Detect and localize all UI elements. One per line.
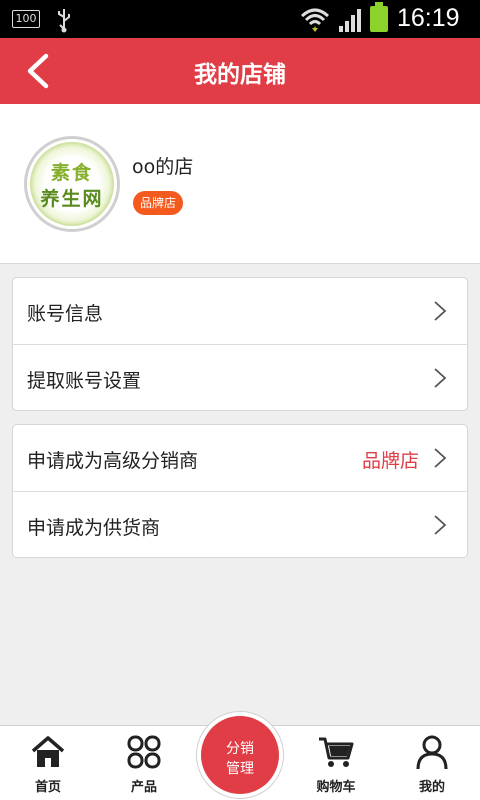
shop-type-badge: 品牌店 (133, 191, 184, 215)
chevron-right-icon (434, 301, 447, 321)
menu-item-value: 品牌店 (361, 450, 419, 472)
app-header: 我的店铺 (0, 38, 480, 104)
menu-item-label: 账号信息 (27, 303, 104, 325)
distribution-management-button[interactable]: 分销 管理 (196, 711, 284, 799)
application-menu-group: 申请成为高级分销商 品牌店 申请成为供货商 (12, 424, 468, 558)
status-time: 16:19 (397, 4, 460, 32)
menu-item-label: 申请成为供货商 (27, 517, 161, 539)
menu-item-label: 提取账号设置 (27, 370, 142, 392)
battery-percent-icon: 100 (12, 10, 40, 28)
nav-item-mine[interactable]: 我的 (384, 726, 480, 800)
wifi-icon (300, 8, 330, 32)
user-icon (416, 735, 448, 770)
chevron-right-icon (434, 515, 447, 535)
logo-text-line2: 养生网 (40, 188, 104, 210)
nav-item-home[interactable]: 首页 (0, 726, 96, 800)
shop-info-card: 素食 养生网 (0, 104, 480, 264)
nav-item-cart[interactable]: 购物车 (288, 726, 384, 800)
distribution-management-circle: 分销 管理 (201, 716, 279, 794)
account-menu-group: 账号信息 提取账号设置 (12, 277, 468, 411)
nav-label: 首页 (34, 780, 61, 795)
menu-item-label: 申请成为高级分销商 (27, 450, 199, 472)
signal-icon (339, 9, 361, 32)
menu-item-apply-supplier[interactable]: 申请成为供货商 (13, 491, 467, 557)
shop-name: oo的店 (132, 156, 194, 178)
menu-item-account-info[interactable]: 账号信息 (13, 278, 467, 344)
logo-text-line1: 素食 (50, 162, 93, 184)
battery-icon (370, 2, 388, 32)
menu-item-withdraw-settings[interactable]: 提取账号设置 (13, 344, 467, 410)
chevron-right-icon (434, 368, 447, 388)
nav-label: 购物车 (316, 780, 356, 795)
status-bar: 100 16:19 (0, 0, 480, 38)
shop-logo: 素食 养生网 (30, 142, 114, 226)
nav-item-products[interactable]: 产品 (96, 726, 192, 800)
nav-label: 我的 (418, 780, 445, 795)
shop-avatar[interactable]: 素食 养生网 (24, 136, 120, 232)
cart-icon (319, 737, 354, 767)
chevron-right-icon (434, 448, 447, 468)
menu-item-apply-distributor[interactable]: 申请成为高级分销商 品牌店 (13, 425, 467, 491)
page-title: 我的店铺 (194, 62, 286, 88)
usb-icon (58, 9, 70, 33)
fab-label-line2: 管理 (226, 761, 254, 777)
grid-icon (127, 735, 161, 769)
fab-label-line1: 分销 (226, 741, 254, 757)
nav-label: 产品 (130, 780, 157, 795)
home-icon (31, 736, 65, 767)
